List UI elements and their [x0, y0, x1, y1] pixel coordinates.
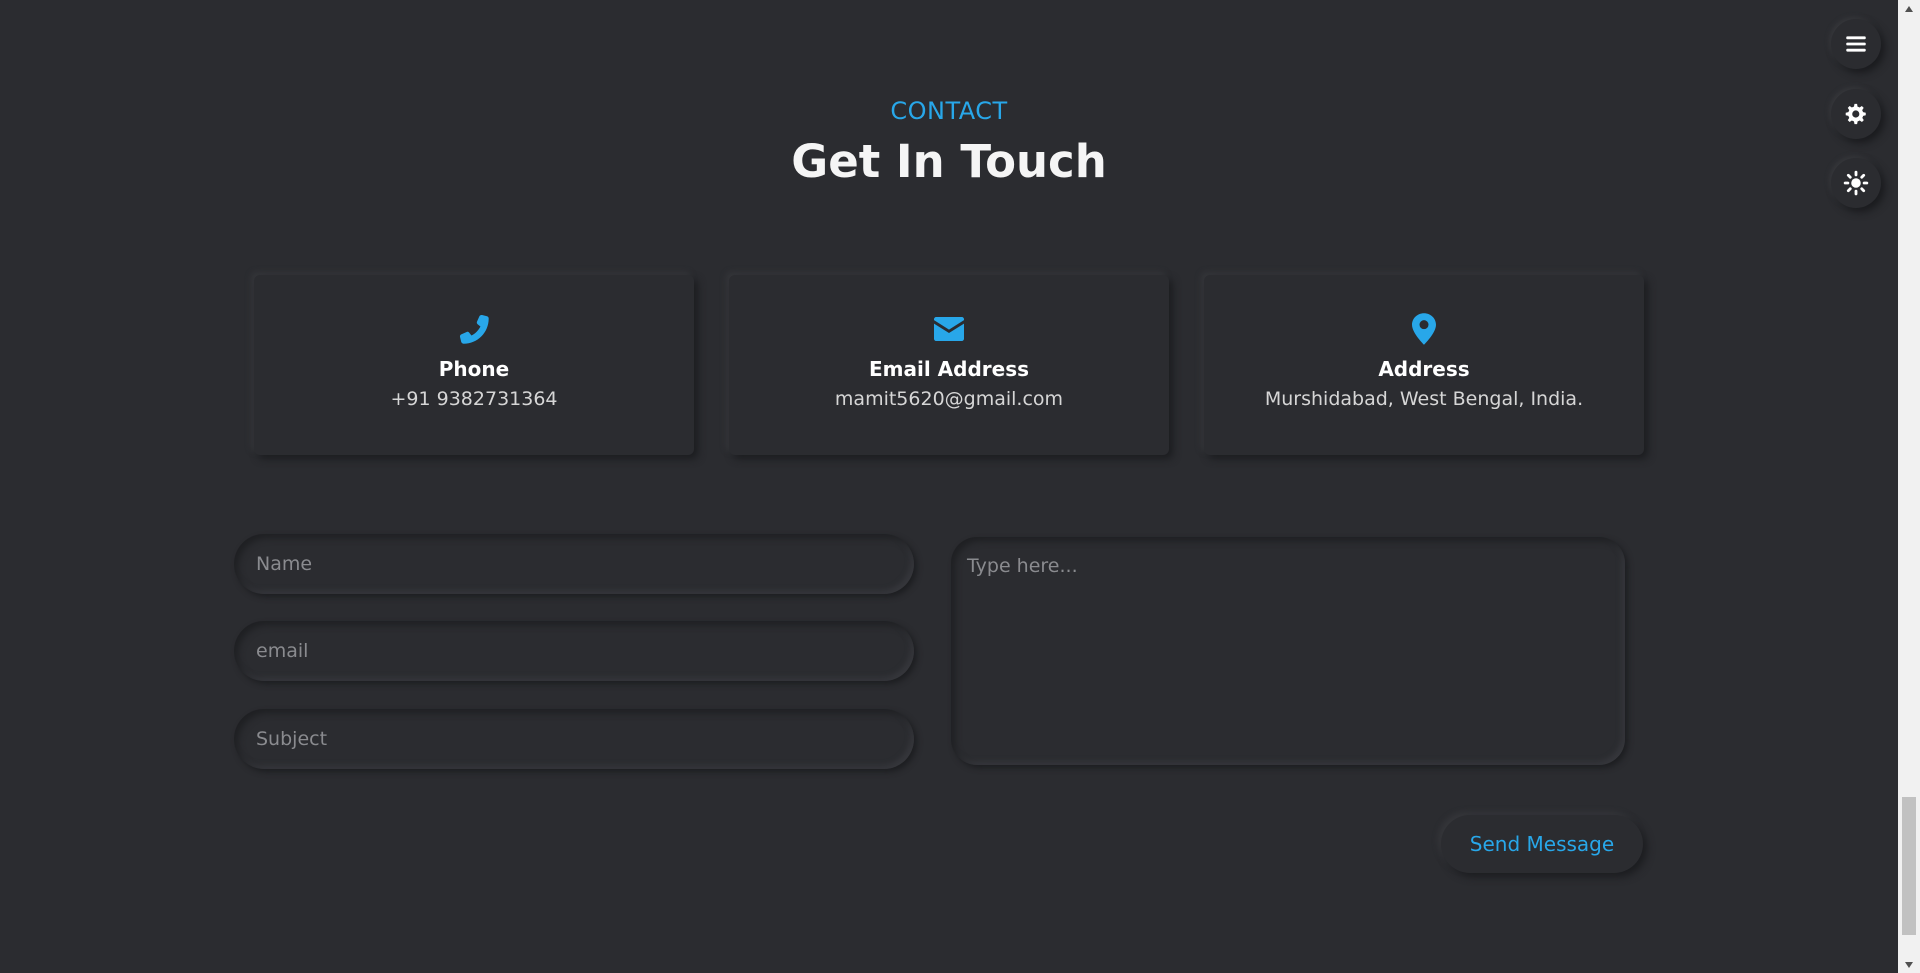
phone-icon [254, 311, 694, 351]
envelope-icon [729, 311, 1169, 351]
scrollbar-thumb[interactable] [1902, 797, 1916, 935]
address-text: Murshidabad, West Bengal, India. [1264, 388, 1584, 410]
gear-icon [1845, 103, 1866, 125]
menu-button[interactable] [1831, 19, 1881, 69]
map-pin-icon [1204, 311, 1644, 351]
card-heading: Phone [438, 357, 510, 381]
vertical-scrollbar[interactable] [1898, 0, 1920, 973]
scroll-up-arrow-icon[interactable] [1898, 0, 1920, 17]
send-message-button[interactable]: Send Message [1441, 815, 1643, 873]
section-eyebrow: CONTACT [890, 97, 1008, 125]
sun-icon [1843, 170, 1869, 196]
scroll-down-arrow-icon[interactable] [1898, 956, 1920, 973]
contact-card-phone: Phone +91 9382731364 [254, 275, 694, 455]
contact-card-email: Email Address mamit5620@gmail.com [729, 275, 1169, 455]
subject-input[interactable] [234, 709, 914, 769]
message-textarea[interactable] [951, 537, 1625, 765]
contact-card-address: Address Murshidabad, West Bengal, India. [1204, 275, 1644, 455]
phone-number: +91 9382731364 [390, 388, 558, 410]
hamburger-menu-icon [1846, 36, 1866, 52]
email-address: mamit5620@gmail.com [834, 388, 1064, 410]
name-input[interactable] [234, 534, 914, 594]
section-title: Get In Touch [791, 135, 1107, 188]
card-heading: Email Address [868, 357, 1030, 381]
card-heading: Address [1378, 357, 1470, 381]
theme-toggle-button[interactable] [1831, 158, 1881, 208]
settings-button[interactable] [1831, 89, 1881, 139]
page-viewport: CONTACT Get In Touch Phone +91 938273136… [0, 0, 1898, 973]
email-input[interactable] [234, 621, 914, 681]
